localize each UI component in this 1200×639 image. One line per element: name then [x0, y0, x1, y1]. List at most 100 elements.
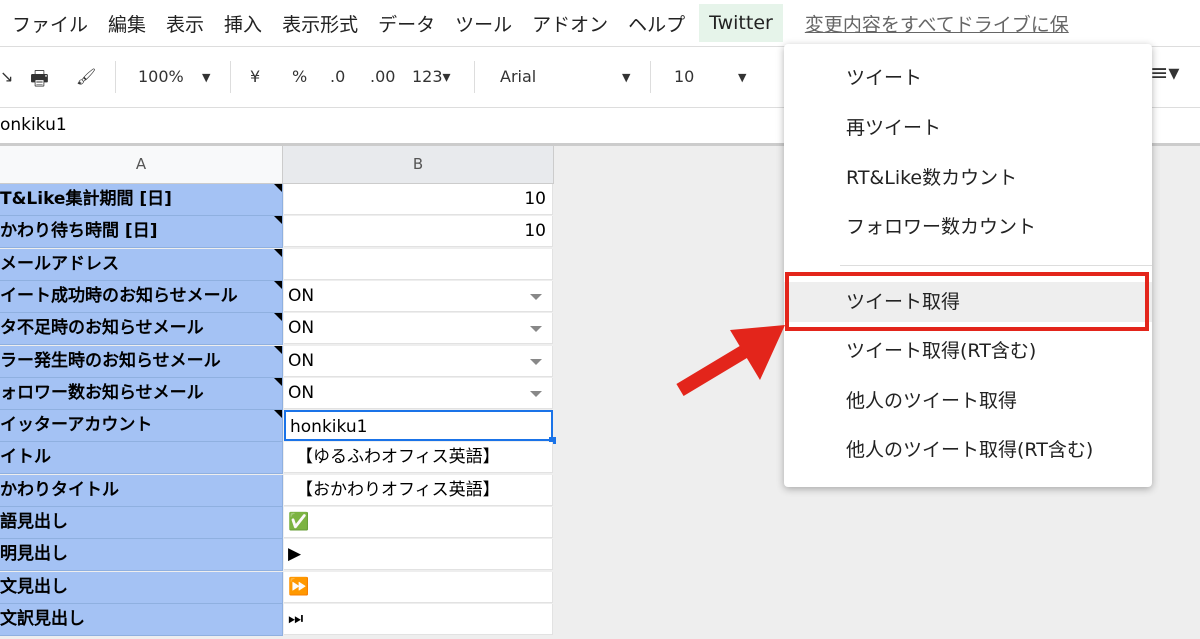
- cell-label: 明見出し: [0, 544, 68, 565]
- cell-b[interactable]: ▶: [284, 539, 553, 571]
- decrease-decimal-button[interactable]: .0: [330, 67, 345, 86]
- note-indicator: [274, 410, 282, 419]
- cell-label: ラー発生時のお知らせメール: [0, 350, 221, 371]
- table-row: イッターアカウント honkiku1: [0, 410, 556, 445]
- cell-a[interactable]: かわり待ち時間 [日]: [0, 216, 283, 249]
- cell-value: 【ゆるふわオフィス英語】: [296, 447, 500, 468]
- cell-value: 10: [524, 189, 546, 209]
- cell-b[interactable]: 10: [284, 216, 553, 248]
- menu-7[interactable]: アドオン: [532, 10, 608, 37]
- note-indicator: [274, 313, 282, 322]
- cell-a[interactable]: イッターアカウント: [0, 410, 283, 443]
- cell-a[interactable]: メールアドレス: [0, 248, 283, 281]
- cell-a[interactable]: 語見出し: [0, 507, 283, 539]
- table-row: ォロワー数お知らせメール ON: [0, 377, 554, 410]
- cell-label: かわりタイトル: [0, 479, 119, 500]
- menu-6[interactable]: ツール: [455, 10, 512, 37]
- cell-label: メールアドレス: [0, 253, 119, 274]
- table-row: かわり待ち時間 [日] 10: [0, 216, 554, 249]
- cell-value: ON: [288, 285, 315, 306]
- cell-a[interactable]: ラー発生時のお知らせメール: [0, 345, 283, 378]
- paint-format-icon[interactable]: 🖌: [76, 67, 96, 86]
- cell-b[interactable]: ON: [284, 280, 553, 312]
- save-status-link[interactable]: 変更内容をすべてドライブに保: [805, 10, 1069, 37]
- menu-item[interactable]: 他人のツイート取得(RT含む): [784, 430, 1152, 470]
- note-indicator: [274, 280, 282, 289]
- cell-b[interactable]: ✅: [284, 507, 553, 538]
- cell-b[interactable]: ⏭: [284, 603, 553, 635]
- cell-value: ON: [288, 318, 315, 339]
- cell-label: T&Like集計期間 [日]: [0, 189, 172, 209]
- cell-a[interactable]: イトル: [0, 442, 283, 475]
- cell-b[interactable]: 10: [284, 184, 553, 215]
- cell-b[interactable]: ⏩: [284, 571, 553, 603]
- note-indicator: [274, 184, 282, 192]
- dropdown-arrow-icon[interactable]: [530, 358, 542, 365]
- menu-item[interactable]: ツイート取得(RT含む): [784, 331, 1152, 371]
- menu-5[interactable]: データ: [378, 10, 435, 37]
- menu-item[interactable]: フォロワー数カウント: [784, 207, 1152, 247]
- column-header-b[interactable]: B: [283, 146, 554, 184]
- redo-icon[interactable]: ↘: [0, 67, 13, 86]
- cell-value: 【おかわりオフィス英語】: [296, 479, 500, 500]
- menu-item[interactable]: RT&Like数カウント: [784, 158, 1152, 198]
- table-row: イトル 【ゆるふわオフィス英語】: [0, 442, 554, 475]
- menu-2[interactable]: 表示: [166, 10, 204, 37]
- percent-button[interactable]: %: [292, 67, 307, 86]
- table-row: イート成功時のお知らせメール ON: [0, 280, 554, 313]
- align-icon[interactable]: ≡▾: [1150, 61, 1179, 86]
- more-formats-button[interactable]: 123▾: [412, 67, 451, 86]
- zoom-select[interactable]: 100%: [138, 67, 184, 86]
- cell-b[interactable]: honkiku1: [284, 410, 556, 445]
- cell-a[interactable]: 文訳見出し: [0, 603, 283, 636]
- dropdown-arrow-icon[interactable]: [530, 326, 542, 333]
- table-row: かわりタイトル 【おかわりオフィス英語】: [0, 474, 554, 507]
- font-size-select[interactable]: 10: [674, 67, 694, 86]
- chevron-down-icon[interactable]: ▼: [202, 71, 210, 84]
- cell-a[interactable]: かわりタイトル: [0, 474, 283, 507]
- cell-a[interactable]: ォロワー数お知らせメール: [0, 377, 283, 410]
- cell-label: 語見出し: [0, 512, 68, 532]
- menubar: ファイル 編集 表示 挿入 表示形式 データ ツール アドオン ヘルプ Twitter 変更内容をす…: [0, 0, 1200, 46]
- menu-4[interactable]: 表示形式: [282, 10, 358, 37]
- increase-decimal-button[interactable]: .00: [370, 67, 395, 86]
- cell-b[interactable]: [284, 248, 553, 280]
- cell-value: ▶: [288, 544, 302, 565]
- cell-a[interactable]: 明見出し: [0, 539, 283, 572]
- dropdown-arrow-icon[interactable]: [530, 390, 542, 397]
- arrow-annotation: [676, 325, 785, 397]
- cell-value: 10: [524, 221, 546, 242]
- cell-a[interactable]: 文見出し: [0, 571, 283, 604]
- dropdown-arrow-icon[interactable]: [530, 293, 542, 300]
- cell-label: イッターアカウント: [0, 415, 153, 436]
- cell-b[interactable]: 【ゆるふわオフィス英語】: [284, 442, 553, 474]
- menu-3[interactable]: 挿入: [224, 10, 262, 37]
- menu-0[interactable]: ファイル: [12, 10, 88, 37]
- cell-label: イート成功時のお知らせメール: [0, 285, 238, 306]
- menu-twitter[interactable]: Twitter: [699, 4, 783, 42]
- cell-label: イトル: [0, 447, 51, 468]
- cell-a[interactable]: イート成功時のお知らせメール: [0, 280, 283, 313]
- cell-value: honkiku1: [290, 417, 368, 438]
- menu-1[interactable]: 編集: [108, 10, 146, 37]
- cell-label: かわり待ち時間 [日]: [0, 221, 158, 242]
- cell-b[interactable]: ON: [284, 377, 553, 409]
- currency-button[interactable]: ¥: [250, 67, 260, 86]
- chevron-down-icon[interactable]: ▼: [738, 71, 746, 84]
- cell-label: 文訳見出し: [0, 608, 85, 629]
- chevron-down-icon[interactable]: ▼: [622, 71, 630, 84]
- font-select[interactable]: Arial: [500, 67, 536, 86]
- cell-b[interactable]: 【おかわりオフィス英語】: [284, 474, 553, 506]
- menu-item[interactable]: 他人のツイート取得: [784, 381, 1152, 421]
- menu-item[interactable]: 再ツイート: [784, 108, 1152, 148]
- cell-b[interactable]: ON: [284, 313, 553, 345]
- print-icon[interactable]: 🖶: [30, 64, 49, 98]
- cell-a[interactable]: タ不足時のお知らせメール: [0, 313, 283, 346]
- menu-item[interactable]: ツイート: [784, 58, 1152, 98]
- cell-value: ⏭: [288, 608, 304, 629]
- cell-a[interactable]: T&Like集計期間 [日]: [0, 184, 283, 216]
- cell-value: ON: [288, 350, 315, 371]
- cell-b[interactable]: ON: [284, 345, 553, 377]
- menu-8[interactable]: ヘルプ: [628, 10, 685, 37]
- column-header-a[interactable]: A: [0, 146, 283, 184]
